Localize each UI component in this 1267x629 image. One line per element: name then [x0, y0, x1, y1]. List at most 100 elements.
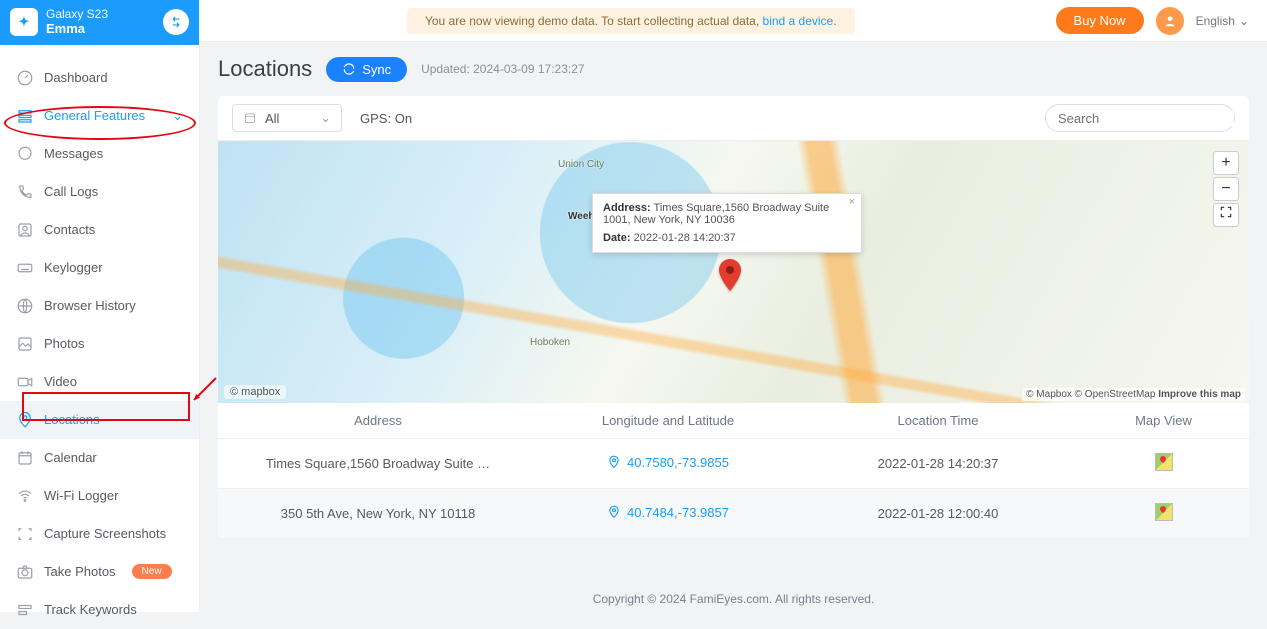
screenshot-icon — [16, 525, 34, 543]
camera-icon — [16, 563, 34, 581]
zoom-out-button[interactable]: − — [1213, 177, 1239, 201]
wifi-icon — [16, 487, 34, 505]
footer: Copyright © 2024 FamiEyes.com. All right… — [200, 592, 1267, 606]
demo-banner: You are now viewing demo data. To start … — [407, 8, 855, 34]
new-badge: New — [132, 564, 172, 579]
sidebar-item-locations[interactable]: Locations — [0, 401, 199, 439]
sidebar-item-label: Wi-Fi Logger — [44, 488, 118, 503]
sidebar-item-label: Calendar — [44, 450, 97, 465]
sidebar-item-video[interactable]: Video — [0, 363, 199, 401]
close-icon[interactable]: × — [849, 196, 855, 208]
sidebar-item-label: General Features — [44, 108, 145, 123]
filter-value: All — [265, 111, 279, 126]
location-icon — [607, 505, 621, 519]
sidebar-item-track-keywords[interactable]: Track Keywords — [0, 591, 199, 629]
sidebar-item-label: Contacts — [44, 222, 95, 237]
language-selector[interactable]: English ⌄ — [1196, 14, 1249, 28]
map-city-label: Union City — [558, 159, 604, 170]
sidebar-item-label: Capture Screenshots — [44, 526, 166, 541]
map-view-button[interactable] — [1155, 453, 1173, 471]
col-address: Address — [218, 413, 538, 428]
updated-text: Updated: 2024-03-09 17:23:27 — [421, 62, 584, 76]
sidebar-item-label: Browser History — [44, 298, 136, 313]
fullscreen-button[interactable] — [1213, 203, 1239, 227]
sidebar-item-label: Call Logs — [44, 184, 98, 199]
user-name: Emma — [46, 22, 155, 37]
map-attribution: © Mapbox © OpenStreetMap Improve this ma… — [1022, 388, 1245, 401]
location-icon — [607, 455, 621, 469]
chat-icon — [16, 145, 34, 163]
sidebar: ✦ Galaxy S23 Emma Dashboard General Feat… — [0, 0, 200, 612]
language-label: English — [1196, 14, 1235, 28]
table-row: Times Square,1560 Broadway Suite … 40.75… — [218, 439, 1249, 489]
sidebar-item-dashboard[interactable]: Dashboard — [0, 59, 199, 97]
sidebar-item-label: Track Keywords — [44, 602, 137, 617]
mapbox-logo: © mapbox — [224, 385, 286, 399]
date-filter[interactable]: All ⌄ — [232, 104, 342, 132]
sidebar-item-photos[interactable]: Photos — [0, 325, 199, 363]
sidebar-item-label: Dashboard — [44, 70, 108, 85]
gauge-icon — [16, 69, 34, 87]
sidebar-item-browser-history[interactable]: Browser History — [0, 287, 199, 325]
list-icon — [16, 107, 34, 125]
nav: Dashboard General Features ⌄ Messages Ca… — [0, 45, 199, 629]
chevron-down-icon: ⌄ — [172, 108, 183, 124]
sidebar-item-general-features[interactable]: General Features ⌄ — [0, 97, 199, 135]
avatar[interactable] — [1156, 7, 1184, 35]
sync-button[interactable]: Sync — [326, 57, 407, 82]
buy-now-button[interactable]: Buy Now — [1056, 7, 1144, 34]
sync-label: Sync — [362, 62, 391, 77]
calendar-icon — [16, 449, 34, 467]
sidebar-item-label: Messages — [44, 146, 103, 161]
main: Locations Sync Updated: 2024-03-09 17:23… — [200, 42, 1267, 612]
map[interactable]: Union City Hoboken Weeh × Address: Times… — [218, 141, 1249, 403]
sidebar-header: ✦ Galaxy S23 Emma — [0, 0, 199, 45]
bind-device-link[interactable]: bind a device — [763, 14, 834, 28]
image-icon — [16, 335, 34, 353]
page-header: Locations Sync Updated: 2024-03-09 17:23… — [218, 56, 1249, 82]
zoom-in-button[interactable]: + — [1213, 151, 1239, 175]
gps-status: GPS: On — [360, 111, 412, 126]
sidebar-item-label: Video — [44, 374, 77, 389]
phone-icon — [16, 183, 34, 201]
sidebar-item-label: Locations — [44, 412, 100, 427]
coordinates-link[interactable]: 40.7484,-73.9857 — [607, 505, 729, 520]
map-pin-icon[interactable] — [718, 259, 742, 294]
col-location-time: Location Time — [798, 413, 1078, 428]
refresh-icon — [342, 62, 356, 76]
map-view-button[interactable] — [1155, 503, 1173, 521]
sidebar-item-calendar[interactable]: Calendar — [0, 439, 199, 477]
cell-address: Times Square,1560 Broadway Suite … — [218, 456, 538, 471]
col-map-view: Map View — [1078, 413, 1249, 428]
chevron-down-icon: ⌄ — [320, 110, 331, 126]
sidebar-item-messages[interactable]: Messages — [0, 135, 199, 173]
search-input[interactable] — [1058, 111, 1234, 126]
cell-address: 350 5th Ave, New York, NY 10118 — [218, 506, 538, 521]
improve-map-link[interactable]: Improve this map — [1158, 389, 1241, 400]
sidebar-item-wifi-logger[interactable]: Wi-Fi Logger — [0, 477, 199, 515]
cell-time: 2022-01-28 12:00:40 — [798, 506, 1078, 521]
sidebar-item-keylogger[interactable]: Keylogger — [0, 249, 199, 287]
page-title: Locations — [218, 56, 312, 82]
sidebar-item-contacts[interactable]: Contacts — [0, 211, 199, 249]
coordinates-link[interactable]: 40.7580,-73.9855 — [607, 455, 729, 470]
globe-icon — [16, 297, 34, 315]
sidebar-item-label: Photos — [44, 336, 84, 351]
swap-device-icon[interactable] — [163, 9, 189, 35]
keywords-icon — [16, 601, 34, 619]
map-city-label: Weeh — [568, 211, 595, 222]
sidebar-item-capture-screenshots[interactable]: Capture Screenshots — [0, 515, 199, 553]
user-icon — [1163, 14, 1177, 28]
sidebar-item-call-logs[interactable]: Call Logs — [0, 173, 199, 211]
demo-text: You are now viewing demo data. To start … — [425, 14, 763, 28]
sidebar-item-take-photos[interactable]: Take Photos New — [0, 553, 199, 591]
sidebar-item-label: Keylogger — [44, 260, 103, 275]
expand-icon — [1219, 205, 1233, 219]
map-info-popup: × Address: Times Square,1560 Broadway Su… — [592, 193, 862, 253]
keyboard-icon — [16, 259, 34, 277]
app-logo: ✦ — [10, 8, 38, 36]
location-icon — [16, 411, 34, 429]
search-box[interactable] — [1045, 104, 1235, 132]
topbar: You are now viewing demo data. To start … — [200, 0, 1267, 42]
device-name: Galaxy S23 — [46, 8, 155, 22]
